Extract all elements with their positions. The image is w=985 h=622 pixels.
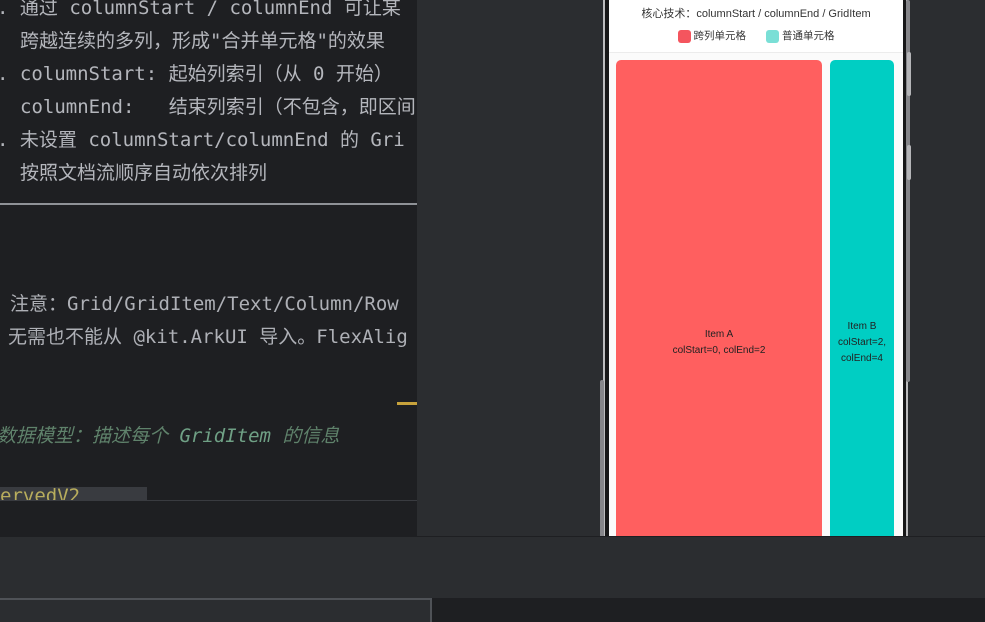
legend: 跨列单元格 普通单元格 bbox=[609, 29, 903, 43]
comment-keyword[interactable]: GridItem bbox=[179, 425, 271, 447]
status-bar-right bbox=[432, 598, 985, 622]
comment-text-suffix[interactable]: 的信息 bbox=[271, 425, 339, 447]
grid-area: Item A colStart=0, colEnd=2 Item B colSt… bbox=[609, 53, 903, 536]
device-side-button bbox=[907, 52, 911, 96]
grid-item-a-detail: colStart=0, colEnd=2 bbox=[672, 345, 766, 356]
grid-item-b-name: Item B bbox=[847, 321, 877, 332]
device-side-button bbox=[907, 145, 911, 180]
legend-item-span: 跨列单元格 bbox=[677, 29, 747, 43]
grid-item-b-detail: colStart=2, colEnd=4 bbox=[837, 337, 887, 364]
editor-line-doc-2[interactable]: 跨越连续的多列，形成"合并单元格"的效果 bbox=[20, 25, 385, 58]
ide-window: . 通过 columnStart / columnEnd 可让某 跨越连续的多列… bbox=[0, 0, 985, 622]
editor-line-marker bbox=[397, 402, 417, 405]
legend-swatch-span bbox=[677, 29, 691, 43]
device-edge-left bbox=[600, 380, 604, 536]
preview-title: 核心技术：columnStart / columnEnd / GridItem bbox=[641, 8, 871, 20]
editor-line-doc-6[interactable]: 按照文档流顺序自动依次排列 bbox=[20, 157, 267, 190]
legend-label-normal: 普通单元格 bbox=[782, 30, 835, 42]
editor-line-doc-3[interactable]: . columnStart: 起始列索引（从 0 开始） bbox=[0, 58, 393, 91]
editor-line-note-2[interactable]: 无需也不能从 @kit.ArkUI 导入。FlexAlig bbox=[8, 321, 408, 354]
status-bar-left bbox=[0, 598, 432, 622]
grid-item-a-text: Item A colStart=0, colEnd=2 bbox=[616, 327, 822, 359]
grid-item-a-name: Item A bbox=[704, 329, 734, 340]
grid-item-a: Item A colStart=0, colEnd=2 bbox=[616, 60, 822, 536]
legend-label-span: 跨列单元格 bbox=[693, 30, 747, 42]
device-screen: 核心技术：columnStart / columnEnd / GridItem … bbox=[609, 0, 903, 536]
editor-bottom-strip bbox=[0, 500, 417, 536]
editor-line-comment[interactable]: 数据模型：描述每个 GridItem 的信息 bbox=[0, 420, 339, 453]
editor-line-doc-1[interactable]: . 通过 columnStart / columnEnd 可让某 bbox=[0, 0, 401, 25]
bottom-tool-panel bbox=[0, 536, 985, 598]
doc-separator bbox=[0, 203, 417, 205]
grid-item-b: Item B colStart=2, colEnd=4 bbox=[830, 60, 894, 536]
legend-swatch-normal bbox=[766, 29, 779, 43]
editor-line-doc-4[interactable]: columnEnd: 结束列索引（不包含，即区间 bbox=[20, 91, 416, 124]
comment-text-prefix[interactable]: 数据模型：描述每个 bbox=[0, 425, 179, 447]
editor-line-doc-5[interactable]: . 未设置 columnStart/columnEnd 的 Gri bbox=[0, 124, 405, 157]
sticky-scroll-line[interactable]: ervedV2 bbox=[0, 487, 147, 500]
code-editor[interactable]: . 通过 columnStart / columnEnd 可让某 跨越连续的多列… bbox=[0, 0, 417, 500]
editor-line-note-1[interactable]: 注意：Grid/GridItem/Text/Column/Row bbox=[10, 288, 399, 321]
preview-panel: 核心技术：columnStart / columnEnd / GridItem … bbox=[417, 0, 985, 536]
sticky-line-text[interactable]: ervedV2 bbox=[0, 487, 80, 500]
grid-item-b-text: Item B colStart=2, colEnd=4 bbox=[830, 319, 894, 367]
legend-item-normal: 普通单元格 bbox=[766, 29, 835, 43]
